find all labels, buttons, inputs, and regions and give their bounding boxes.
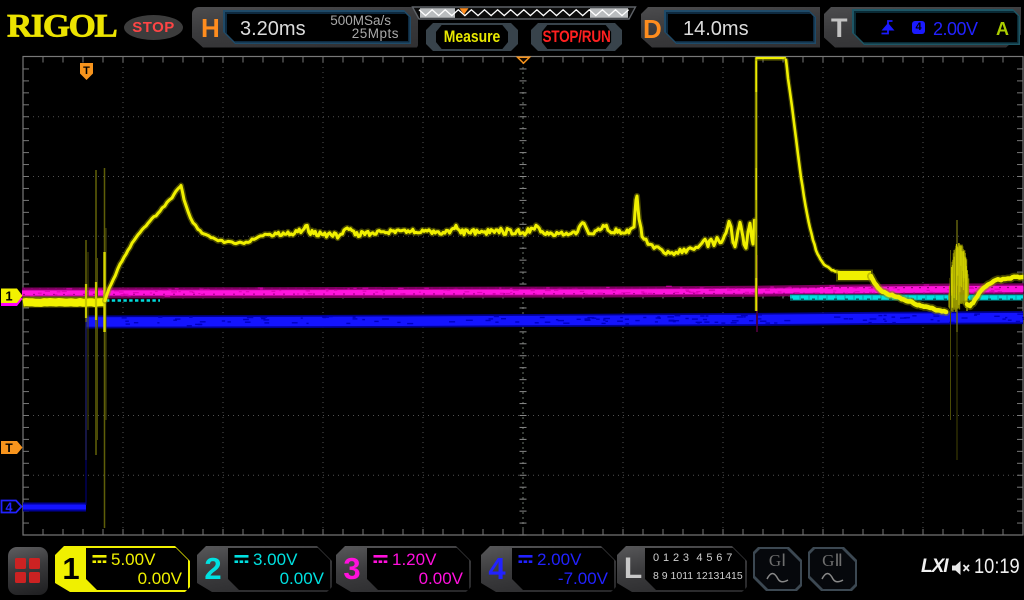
svg-text:1: 1 [5, 289, 12, 304]
svg-text:4: 4 [6, 501, 13, 515]
svg-text:T: T [83, 65, 90, 77]
svg-text:T: T [5, 441, 13, 455]
